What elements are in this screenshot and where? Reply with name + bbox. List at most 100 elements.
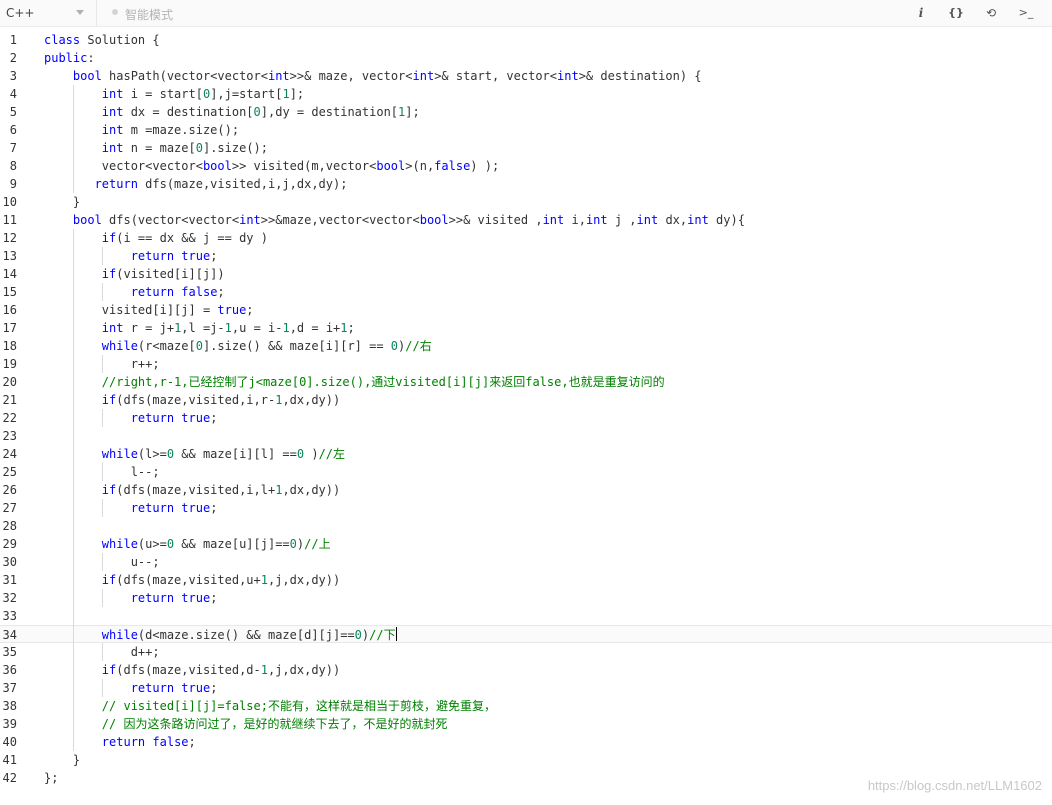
line-number: 13 [2, 249, 17, 263]
code-text[interactable]: int dx = destination[0],dy = destination… [44, 103, 420, 121]
code-text[interactable]: //right,r-1,已经控制了j<maze[0].size(),通过visi… [44, 373, 665, 391]
line-number: 41 [2, 753, 17, 767]
code-line[interactable]: 23 [0, 427, 1052, 445]
code-line[interactable]: 17 int r = j+1,l =j-1,u = i-1,d = i+1; [0, 319, 1052, 337]
line-number: 12 [2, 231, 17, 245]
code-text[interactable]: bool dfs(vector<vector<int>>&maze,vector… [44, 211, 745, 229]
code-line[interactable]: 3 bool hasPath(vector<vector<int>>& maze… [0, 67, 1052, 85]
terminal-icon[interactable]: >_ [1016, 4, 1036, 22]
code-line[interactable]: 24 while(l>=0 && maze[i][l] ==0 )//左 [0, 445, 1052, 463]
line-number: 4 [9, 87, 17, 101]
code-text[interactable]: public: [44, 49, 95, 67]
code-text[interactable]: return true; [44, 409, 218, 427]
info-icon[interactable]: i [911, 4, 931, 22]
code-line[interactable]: 37 return true; [0, 679, 1052, 697]
code-line[interactable]: 38 // visited[i][j]=false;不能有，这样就是相当于剪枝，… [0, 697, 1052, 715]
code-line[interactable]: 19 r++; [0, 355, 1052, 373]
code-line[interactable]: 4 int i = start[0],j=start[1]; [0, 85, 1052, 103]
line-number: 19 [2, 357, 17, 371]
indent-guide [101, 499, 103, 517]
code-text[interactable]: return false; [44, 733, 196, 751]
code-text[interactable]: if(dfs(maze,visited,d-1,j,dx,dy)) [44, 661, 340, 679]
code-line[interactable]: 36 if(dfs(maze,visited,d-1,j,dx,dy)) [0, 661, 1052, 679]
code-text[interactable]: // 因为这条路访问过了，是好的就继续下去了，不是好的就封死 [44, 715, 448, 733]
line-number: 20 [2, 375, 17, 389]
code-line[interactable]: 39 // 因为这条路访问过了，是好的就继续下去了，不是好的就封死 [0, 715, 1052, 733]
code-line[interactable]: 18 while(r<maze[0].size() && maze[i][r] … [0, 337, 1052, 355]
code-line[interactable]: 14 if(visited[i][j]) [0, 265, 1052, 283]
code-line[interactable]: 35 d++; [0, 643, 1052, 661]
code-line[interactable]: 22 return true; [0, 409, 1052, 427]
code-text[interactable]: return true; [44, 247, 218, 265]
code-text[interactable]: if(visited[i][j]) [44, 265, 225, 283]
code-line[interactable]: 5 int dx = destination[0],dy = destinati… [0, 103, 1052, 121]
code-line[interactable]: 31 if(dfs(maze,visited,u+1,j,dx,dy)) [0, 571, 1052, 589]
code-text[interactable]: int i = start[0],j=start[1]; [44, 85, 304, 103]
code-line[interactable]: 41 } [0, 751, 1052, 769]
line-number: 40 [2, 735, 17, 749]
language-select[interactable]: C++ [0, 0, 97, 26]
code-text[interactable]: return false; [44, 283, 225, 301]
code-text[interactable]: if(dfs(maze,visited,i,r-1,dx,dy)) [44, 391, 340, 409]
code-text[interactable]: while(d<maze.size() && maze[d][j]==0)//下 [44, 626, 397, 644]
line-number: 6 [9, 123, 17, 137]
code-text[interactable]: vector<vector<bool>> visited(m,vector<bo… [44, 157, 499, 175]
code-line[interactable]: 9 return dfs(maze,visited,i,j,dx,dy); [0, 175, 1052, 193]
code-line[interactable]: 1 class Solution { [0, 31, 1052, 49]
indent-guide [101, 283, 103, 301]
code-text[interactable]: int n = maze[0].size(); [44, 139, 268, 157]
code-line[interactable]: 29 while(u>=0 && maze[u][j]==0)//上 [0, 535, 1052, 553]
line-number: 16 [2, 303, 17, 317]
line-number: 21 [2, 393, 17, 407]
code-text[interactable]: return true; [44, 589, 218, 607]
code-line[interactable]: 2 public: [0, 49, 1052, 67]
code-line[interactable]: 28 [0, 517, 1052, 535]
code-text[interactable]: if(dfs(maze,visited,i,l+1,dx,dy)) [44, 481, 340, 499]
code-line[interactable]: 33 [0, 607, 1052, 625]
code-text[interactable]: } [44, 193, 80, 211]
code-text[interactable]: bool hasPath(vector<vector<int>>& maze, … [44, 67, 702, 85]
code-text[interactable]: return true; [44, 679, 218, 697]
code-line[interactable]: 21 if(dfs(maze,visited,i,r-1,dx,dy)) [0, 391, 1052, 409]
code-text[interactable]: while(l>=0 && maze[i][l] ==0 )//左 [44, 445, 345, 463]
indent-guide [101, 463, 103, 481]
code-text[interactable]: int r = j+1,l =j-1,u = i-1,d = i+1; [44, 319, 355, 337]
code-line[interactable]: 20 //right,r-1,已经控制了j<maze[0].size(),通过v… [0, 373, 1052, 391]
code-text[interactable]: }; [44, 769, 58, 787]
code-line[interactable]: 34 while(d<maze.size() && maze[d][j]==0)… [0, 625, 1052, 643]
code-line[interactable]: 27 return true; [0, 499, 1052, 517]
code-line[interactable]: 10 } [0, 193, 1052, 211]
line-number: 1 [9, 33, 17, 47]
code-line[interactable]: 25 l--; [0, 463, 1052, 481]
code-text[interactable]: while(u>=0 && maze[u][j]==0)//上 [44, 535, 331, 553]
code-line[interactable]: 7 int n = maze[0].size(); [0, 139, 1052, 157]
code-line[interactable]: 13 return true; [0, 247, 1052, 265]
code-line[interactable]: 15 return false; [0, 283, 1052, 301]
line-number: 38 [2, 699, 17, 713]
format-code-icon[interactable]: {} [946, 4, 966, 22]
code-line[interactable]: 11 bool dfs(vector<vector<int>>&maze,vec… [0, 211, 1052, 229]
code-text[interactable]: if(i == dx && j == dy ) [44, 229, 268, 247]
code-editor[interactable]: 1 class Solution {2 public: 3 bool hasPath(… [0, 31, 1052, 805]
code-line[interactable]: 16 visited[i][j] = true; [0, 301, 1052, 319]
code-line[interactable]: 32 return true; [0, 589, 1052, 607]
code-line[interactable]: 30 u--; [0, 553, 1052, 571]
reset-icon[interactable]: ⟲ [981, 4, 1001, 22]
code-text[interactable]: while(r<maze[0].size() && maze[i][r] == … [44, 337, 432, 355]
code-text[interactable]: return true; [44, 499, 218, 517]
line-number: 37 [2, 681, 17, 695]
code-line[interactable]: 26 if(dfs(maze,visited,i,l+1,dx,dy)) [0, 481, 1052, 499]
line-number: 8 [9, 159, 17, 173]
indent-guide [101, 553, 103, 571]
line-number: 18 [2, 339, 17, 353]
code-line[interactable]: 40 return false; [0, 733, 1052, 751]
code-line[interactable]: 6 int m =maze.size(); [0, 121, 1052, 139]
code-text[interactable]: class Solution { [44, 31, 160, 49]
code-line[interactable]: 8 vector<vector<bool>> visited(m,vector<… [0, 157, 1052, 175]
code-text[interactable]: if(dfs(maze,visited,u+1,j,dx,dy)) [44, 571, 340, 589]
code-text[interactable]: visited[i][j] = true; [44, 301, 254, 319]
code-text[interactable]: // visited[i][j]=false;不能有，这样就是相当于剪枝，避免重… [44, 697, 496, 715]
code-line[interactable]: 12 if(i == dx && j == dy ) [0, 229, 1052, 247]
code-text[interactable]: return dfs(maze,visited,i,j,dx,dy); [44, 175, 348, 193]
code-text[interactable]: } [44, 751, 80, 769]
